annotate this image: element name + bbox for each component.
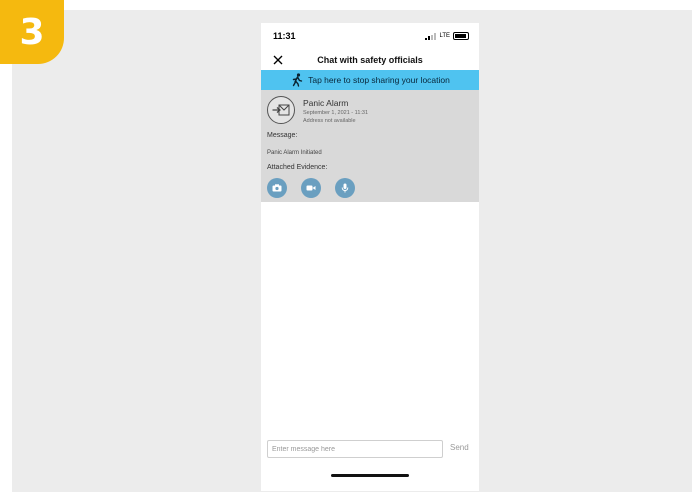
camera-button[interactable] [267, 178, 287, 198]
status-time: 11:31 [273, 31, 296, 41]
video-button[interactable] [301, 178, 321, 198]
alarm-title: Panic Alarm [303, 98, 349, 108]
alarm-date: September 1, 2021 - 11:31 [303, 110, 369, 116]
battery-icon [453, 32, 469, 40]
video-icon [306, 185, 316, 191]
message-text: Panic Alarm Initiated [267, 150, 322, 156]
signal-icon [425, 32, 437, 40]
home-indicator[interactable] [331, 474, 409, 477]
evidence-buttons [267, 178, 355, 198]
network-type: LTE [439, 33, 450, 39]
step-number: 3 [19, 11, 45, 53]
camera-icon [272, 184, 282, 192]
banner-text: Tap here to stop sharing your location [308, 75, 450, 85]
microphone-button[interactable] [335, 178, 355, 198]
stop-sharing-location-banner[interactable]: Tap here to stop sharing your location [261, 70, 479, 90]
page-title: Chat with safety officials [317, 55, 423, 65]
evidence-label: Attached Evidence: [267, 164, 328, 171]
send-button[interactable]: Send [450, 443, 469, 452]
panic-alarm-card: Panic Alarm September 1, 2021 - 11:31 Ad… [261, 90, 479, 202]
nav-bar: Chat with safety officials [261, 49, 479, 71]
status-indicators: LTE [425, 32, 469, 40]
alarm-address: Address not available [303, 118, 356, 124]
envelope-arrow-icon [267, 96, 295, 124]
status-bar: 11:31 LTE [261, 23, 479, 49]
phone-screen: 11:31 LTE Chat with safety officials Tap… [261, 23, 479, 491]
walking-person-icon [292, 73, 303, 87]
message-label: Message: [267, 132, 298, 139]
microphone-icon [341, 183, 349, 193]
message-input[interactable] [267, 440, 443, 458]
message-composer: Send [267, 440, 475, 458]
step-number-badge: 3 [0, 0, 64, 64]
